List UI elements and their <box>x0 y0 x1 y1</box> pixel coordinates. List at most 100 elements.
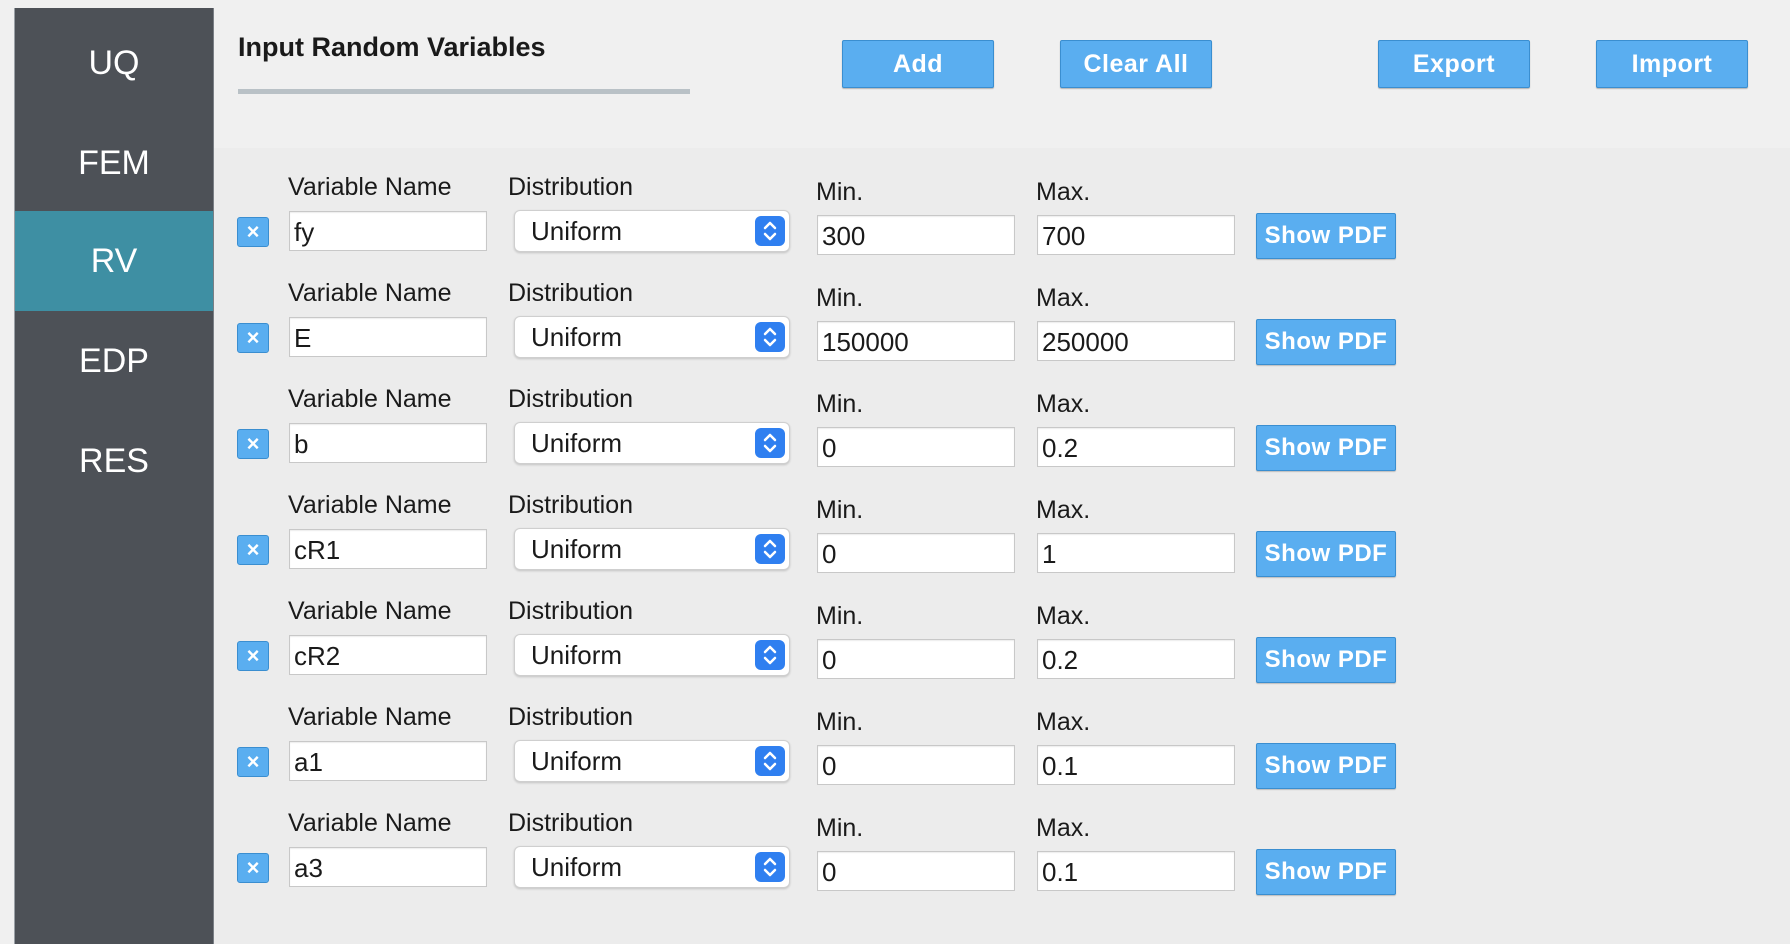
max-label: Max. <box>1036 178 1091 206</box>
distribution-label: Distribution <box>508 279 634 307</box>
distribution-select[interactable]: Uniform <box>514 528 790 570</box>
max-input[interactable]: 0.2 <box>1037 639 1235 679</box>
sidebar-item-fem[interactable]: FEM <box>15 113 213 213</box>
remove-variable-button[interactable]: × <box>237 217 269 247</box>
sidebar-item-edp[interactable]: EDP <box>15 311 213 411</box>
close-icon: × <box>246 855 260 880</box>
distribution-label: Distribution <box>508 703 634 731</box>
min-input[interactable]: 0 <box>817 427 1015 467</box>
variable-name-label: Variable Name <box>288 703 452 731</box>
add-button[interactable]: Add <box>842 40 994 88</box>
remove-variable-button[interactable]: × <box>237 747 269 777</box>
variable-name-input[interactable]: a3 <box>289 847 487 887</box>
min-label: Min. <box>816 390 864 418</box>
show-pdf-button[interactable]: Show PDF <box>1256 213 1396 259</box>
chevron-up-down-icon <box>755 534 785 564</box>
chevron-up-down-icon <box>755 852 785 882</box>
min-label: Min. <box>816 708 864 736</box>
variable-name-input[interactable]: cR1 <box>289 529 487 569</box>
variable-name-input[interactable]: E <box>289 317 487 357</box>
remove-variable-button[interactable]: × <box>237 535 269 565</box>
distribution-value: Uniform <box>531 640 623 670</box>
remove-variable-button[interactable]: × <box>237 641 269 671</box>
sidebar-item-label: FEM <box>78 143 150 182</box>
header-bar <box>214 0 1790 148</box>
sidebar-item-res[interactable]: RES <box>15 411 213 511</box>
max-input[interactable]: 250000 <box>1037 321 1235 361</box>
sidebar-item-label: EDP <box>79 341 149 380</box>
max-input[interactable]: 0.1 <box>1037 851 1235 891</box>
show-pdf-button[interactable]: Show PDF <box>1256 425 1396 471</box>
max-label: Max. <box>1036 814 1091 842</box>
show-pdf-button[interactable]: Show PDF <box>1256 743 1396 789</box>
variable-name-input[interactable]: a1 <box>289 741 487 781</box>
min-label: Min. <box>816 814 864 842</box>
variable-name-input[interactable]: fy <box>289 211 487 251</box>
title-underline <box>238 89 690 94</box>
close-icon: × <box>246 325 260 350</box>
close-icon: × <box>246 749 260 774</box>
distribution-value: Uniform <box>531 852 623 882</box>
variable-row: Variable Name Distribution Min. Max. × c… <box>214 597 1790 703</box>
remove-variable-button[interactable]: × <box>237 853 269 883</box>
distribution-select[interactable]: Uniform <box>514 316 790 358</box>
import-button[interactable]: Import <box>1596 40 1748 88</box>
min-input[interactable]: 0 <box>817 639 1015 679</box>
min-input[interactable]: 0 <box>817 533 1015 573</box>
variable-name-label: Variable Name <box>288 385 452 413</box>
sidebar-item-uq[interactable]: UQ <box>15 13 213 113</box>
variable-row: Variable Name Distribution Min. Max. × E… <box>214 279 1790 385</box>
distribution-value: Uniform <box>531 746 623 776</box>
distribution-select[interactable]: Uniform <box>514 740 790 782</box>
distribution-label: Distribution <box>508 385 634 413</box>
variable-name-input[interactable]: b <box>289 423 487 463</box>
max-input[interactable]: 0.2 <box>1037 427 1235 467</box>
sidebar: UQ FEM RV EDP RES <box>14 8 215 944</box>
variable-name-label: Variable Name <box>288 491 452 519</box>
max-label: Max. <box>1036 708 1091 736</box>
sidebar-item-rv[interactable]: RV <box>15 211 213 311</box>
remove-variable-button[interactable]: × <box>237 323 269 353</box>
distribution-select[interactable]: Uniform <box>514 422 790 464</box>
variable-row: Variable Name Distribution Min. Max. × a… <box>214 703 1790 809</box>
show-pdf-button[interactable]: Show PDF <box>1256 531 1396 577</box>
max-input[interactable]: 700 <box>1037 215 1235 255</box>
chevron-up-down-icon <box>755 322 785 352</box>
min-input[interactable]: 0 <box>817 851 1015 891</box>
show-pdf-button[interactable]: Show PDF <box>1256 637 1396 683</box>
chevron-up-down-icon <box>755 640 785 670</box>
variable-name-label: Variable Name <box>288 809 452 837</box>
variable-row: Variable Name Distribution Min. Max. × f… <box>214 173 1790 279</box>
distribution-value: Uniform <box>531 534 623 564</box>
max-label: Max. <box>1036 390 1091 418</box>
sidebar-item-label: RV <box>90 241 138 280</box>
variable-name-input[interactable]: cR2 <box>289 635 487 675</box>
min-input[interactable]: 300 <box>817 215 1015 255</box>
distribution-label: Distribution <box>508 173 634 201</box>
close-icon: × <box>246 219 260 244</box>
show-pdf-button[interactable]: Show PDF <box>1256 319 1396 365</box>
distribution-label: Distribution <box>508 597 634 625</box>
max-input[interactable]: 1 <box>1037 533 1235 573</box>
remove-variable-button[interactable]: × <box>237 429 269 459</box>
sidebar-item-label: RES <box>79 441 149 480</box>
max-label: Max. <box>1036 496 1091 524</box>
max-input[interactable]: 0.1 <box>1037 745 1235 785</box>
max-label: Max. <box>1036 602 1091 630</box>
distribution-value: Uniform <box>531 322 623 352</box>
chevron-up-down-icon <box>755 428 785 458</box>
chevron-up-down-icon <box>755 746 785 776</box>
chevron-up-down-icon <box>755 216 785 246</box>
min-input[interactable]: 0 <box>817 745 1015 785</box>
export-button[interactable]: Export <box>1378 40 1530 88</box>
page-title: Input Random Variables <box>238 32 546 62</box>
min-input[interactable]: 150000 <box>817 321 1015 361</box>
distribution-select[interactable]: Uniform <box>514 210 790 252</box>
sidebar-item-label: UQ <box>88 43 140 82</box>
show-pdf-button[interactable]: Show PDF <box>1256 849 1396 895</box>
clear-all-button[interactable]: Clear All <box>1060 40 1212 88</box>
distribution-select[interactable]: Uniform <box>514 846 790 888</box>
close-icon: × <box>246 643 260 668</box>
variable-name-label: Variable Name <box>288 173 452 201</box>
distribution-select[interactable]: Uniform <box>514 634 790 676</box>
